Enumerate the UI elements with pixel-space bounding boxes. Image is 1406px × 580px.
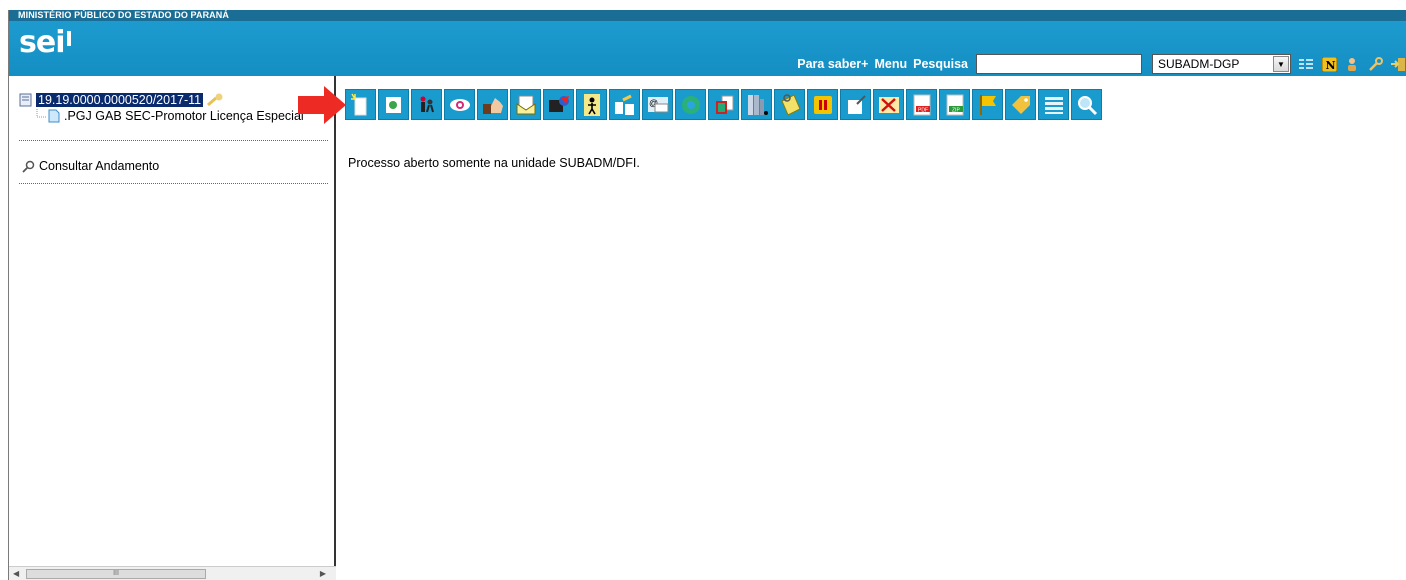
controle-prazo-icon[interactable]: [1005, 89, 1036, 120]
gerar-pdf-icon[interactable]: PDF: [906, 89, 937, 120]
para-saber-link[interactable]: Para saber+: [797, 57, 868, 71]
consultar-andamento-link[interactable]: Consultar Andamento: [22, 159, 159, 173]
logo-text: sei: [19, 25, 65, 60]
enviar-processo-icon[interactable]: [510, 89, 541, 120]
sobrestar-processo-icon[interactable]: [807, 89, 838, 120]
notification-n-icon[interactable]: N: [1321, 56, 1337, 72]
unit-select-value: SUBADM-DGP: [1158, 57, 1240, 71]
scrollbar-thumb[interactable]: III: [26, 569, 206, 579]
svg-text:PDF: PDF: [918, 107, 928, 113]
status-message: Processo aberto somente na unidade SUBAD…: [348, 156, 640, 170]
sei-logo[interactable]: sei: [19, 25, 74, 60]
horizontal-scrollbar[interactable]: ◀ III ▶: [9, 566, 336, 580]
atualizar-andamento-icon[interactable]: [576, 89, 607, 120]
document-icon: [48, 109, 60, 123]
key-icon: [207, 93, 223, 107]
tree-connector: [36, 109, 47, 118]
atribuir-processo-icon[interactable]: [411, 89, 442, 120]
listar-icon[interactable]: [1038, 89, 1069, 120]
chevron-down-icon[interactable]: ▼: [1273, 56, 1289, 72]
relacionamentos-icon[interactable]: [675, 89, 706, 120]
gerar-zip-icon[interactable]: ZIP: [939, 89, 970, 120]
divider: [19, 183, 328, 184]
pesquisa-label: Pesquisa: [913, 57, 968, 71]
acompanhamento-especial-icon[interactable]: [444, 89, 475, 120]
process-toolbar: @ PDF ZIP: [345, 89, 1104, 120]
search-input[interactable]: [976, 54, 1142, 74]
scroll-left-icon[interactable]: ◀: [13, 569, 19, 578]
scroll-right-icon[interactable]: ▶: [320, 569, 326, 578]
red-arrow-pointer-icon: [298, 86, 346, 124]
process-number[interactable]: 19.19.0000.0000520/2017-11: [36, 93, 204, 107]
process-folder-icon: [19, 93, 32, 107]
svg-text:ZIP: ZIP: [952, 107, 960, 113]
magnifier-icon: [22, 160, 35, 173]
anotacoes-icon[interactable]: [774, 89, 805, 120]
consultar-andamento-label: Consultar Andamento: [39, 159, 160, 173]
tree-document-row[interactable]: .PGJ GAB SEC-Promotor Licença Especial: [35, 108, 304, 124]
excluir-icon[interactable]: [873, 89, 904, 120]
unit-select[interactable]: SUBADM-DGP ▼: [1152, 54, 1291, 74]
incluir-documento-icon[interactable]: [345, 89, 376, 120]
iniciar-processo-relacionado-icon[interactable]: [378, 89, 409, 120]
document-label[interactable]: .PGJ GAB SEC-Promotor Licença Especial: [64, 109, 304, 123]
org-name: MINISTÉRIO PÚBLICO DO ESTADO DO PARANÁ: [9, 10, 1406, 21]
list-icon[interactable]: [1298, 56, 1314, 72]
user-icon[interactable]: [1344, 56, 1360, 72]
header-nav: Para saber+ Menu Pesquisa SUBADM-DGP ▼ N: [797, 52, 1406, 76]
process-tree: 19.19.0000.0000520/2017-11 .PGJ GAB SEC-…: [19, 92, 304, 124]
credenciais-icon[interactable]: [609, 89, 640, 120]
divider: [19, 140, 328, 141]
marcador-icon[interactable]: [972, 89, 1003, 120]
logo-bang-icon: [65, 25, 74, 60]
tree-panel: 19.19.0000.0000520/2017-11 .PGJ GAB SEC-…: [9, 76, 336, 580]
ordenar-arvore-icon[interactable]: [741, 89, 772, 120]
duplicar-processo-icon[interactable]: [708, 89, 739, 120]
enviar-email-icon[interactable]: @: [642, 89, 673, 120]
ciencia-icon[interactable]: [543, 89, 574, 120]
gerenciar-disponibilizacoes-icon[interactable]: [477, 89, 508, 120]
sei-window: MINISTÉRIO PÚBLICO DO ESTADO DO PARANÁ s…: [8, 10, 1406, 580]
exit-icon[interactable]: [1390, 56, 1406, 72]
content-panel: @ PDF ZIP Processo aberto somente na uni…: [338, 76, 1406, 580]
pesquisar-icon[interactable]: [1071, 89, 1102, 120]
svg-text:N: N: [1325, 59, 1335, 72]
app-header: sei Para saber+ Menu Pesquisa SUBADM-DGP…: [9, 21, 1406, 76]
wrench-icon[interactable]: [1367, 56, 1383, 72]
anexar-processo-icon[interactable]: [840, 89, 871, 120]
menu-link[interactable]: Menu: [874, 57, 907, 71]
tree-process-row[interactable]: 19.19.0000.0000520/2017-11: [19, 92, 304, 108]
